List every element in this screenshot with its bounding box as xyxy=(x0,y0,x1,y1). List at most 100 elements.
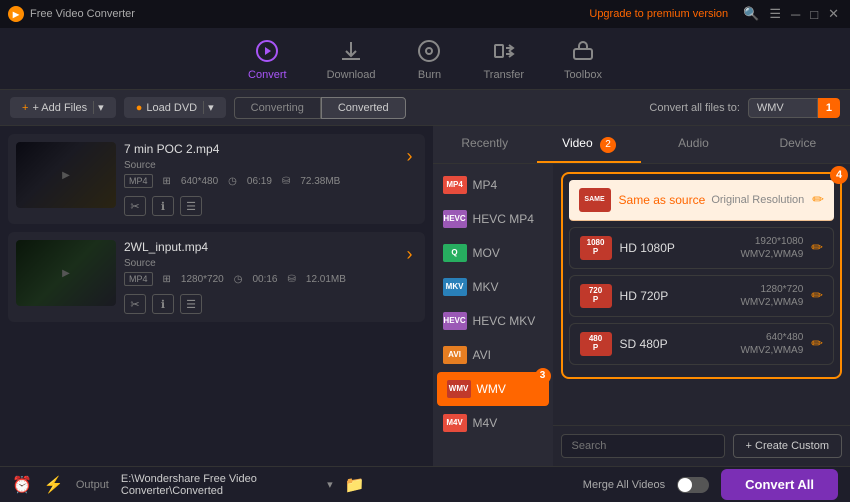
minimize-button[interactable]: ─ xyxy=(788,7,803,22)
format-avi[interactable]: AVI AVI xyxy=(433,338,553,372)
menu-icon[interactable]: ☰ xyxy=(766,6,784,22)
nav-download-label: Download xyxy=(327,69,376,81)
search-icon[interactable]: 🔍 xyxy=(740,6,762,22)
sd480-name: SD 480P xyxy=(620,337,668,351)
file-duration-1: 06:19 xyxy=(247,176,272,187)
info-button-2[interactable]: ℹ xyxy=(152,294,174,314)
cut-button-2[interactable]: ✂ xyxy=(124,294,146,314)
plus-icon: + xyxy=(22,102,28,114)
hd720-codec: WMV2,WMA9 xyxy=(740,297,803,308)
resolution-hd720[interactable]: 720P HD 720P 1280*720 WMV2,WMA9 ✏ xyxy=(569,275,834,317)
format-search-input[interactable] xyxy=(561,434,725,458)
titlebar-left: ▶ Free Video Converter xyxy=(8,6,135,22)
tab-converted[interactable]: Converted xyxy=(321,97,406,119)
format-mkv[interactable]: MKV MKV xyxy=(433,270,553,304)
format-select[interactable]: WMV xyxy=(748,98,818,118)
nav-transfer[interactable]: Transfer xyxy=(483,37,524,81)
tab-recently[interactable]: Recently xyxy=(433,126,537,163)
file-size-2: 12.01MB xyxy=(306,274,346,285)
resolution-sd480[interactable]: 480P SD 480P 640*480 WMV2,WMA9 ✏ xyxy=(569,323,834,365)
convert-icon xyxy=(253,37,281,65)
mkv-icon: MKV xyxy=(443,278,467,296)
format-tabs: Recently Video 2 Audio Device xyxy=(433,126,850,164)
merge-all-label: Merge All Videos xyxy=(583,479,665,491)
edit-hd720-icon[interactable]: ✏ xyxy=(811,287,823,304)
clock-icon[interactable]: ⏰ xyxy=(12,475,32,495)
nav-transfer-label: Transfer xyxy=(483,69,524,81)
edit-hd1080-icon[interactable]: ✏ xyxy=(811,239,823,256)
file-format-2: MP4 xyxy=(124,272,153,286)
file-meta-2: MP4 ⊞ 1280*720 ◷ 00:16 ⛁ 12.01MB xyxy=(124,272,395,286)
hevc-mp4-icon: HEVC xyxy=(443,210,467,228)
tab-audio[interactable]: Audio xyxy=(641,126,745,163)
format-hevc-mp4[interactable]: HEVC HEVC MP4 xyxy=(433,202,553,236)
resolution-icon-1: ⊞ xyxy=(163,176,171,187)
output-label: Output xyxy=(76,479,109,491)
tab-video-label: Video xyxy=(562,136,592,150)
nav-burn[interactable]: Burn xyxy=(415,37,443,81)
convert-all-button[interactable]: Convert All xyxy=(721,469,838,500)
size-icon-2: ⛁ xyxy=(288,274,296,285)
download-icon xyxy=(337,37,365,65)
hd720-name: HD 720P xyxy=(620,289,669,303)
hd1080-icon: 1080P xyxy=(580,236,612,260)
format-content: MP4 MP4 HEVC HEVC MP4 Q MOV MKV MKV HEVC xyxy=(433,164,850,467)
load-dvd-button[interactable]: ● Load DVD ▾ xyxy=(124,97,226,118)
format-wmv[interactable]: WMV WMV 3 xyxy=(437,372,549,406)
resolution-list: 4 SAME Same as source Original Resolutio… xyxy=(553,164,850,426)
tab-recently-label: Recently xyxy=(461,136,508,150)
sd480-icon: 480P xyxy=(580,332,612,356)
merge-toggle[interactable] xyxy=(677,477,709,493)
settings-button-1[interactable]: ☰ xyxy=(180,196,202,216)
format-hevc-mkv[interactable]: HEVC HEVC MKV xyxy=(433,304,553,338)
hd1080-left: 1080P HD 1080P xyxy=(580,236,675,260)
add-files-button[interactable]: + + Add Files ▾ xyxy=(10,97,116,118)
tab-converting[interactable]: Converting xyxy=(234,97,321,119)
nav-toolbox[interactable]: Toolbox xyxy=(564,37,602,81)
nav-convert[interactable]: Convert xyxy=(248,37,287,81)
tab-video[interactable]: Video 2 xyxy=(537,126,641,163)
file-item-1: ▶ 7 min POC 2.mp4 Source MP4 ⊞ 640*480 ◷… xyxy=(8,134,425,224)
nav-download[interactable]: Download xyxy=(327,37,376,81)
folder-icon[interactable]: 📁 xyxy=(345,475,365,495)
mp4-icon: MP4 xyxy=(443,176,467,194)
tab-audio-label: Audio xyxy=(678,136,709,150)
resolution-badge: 4 xyxy=(830,166,848,184)
close-button[interactable]: ✕ xyxy=(825,6,842,22)
resolution-hd1080[interactable]: 1080P HD 1080P 1920*1080 WMV2,WMA9 ✏ xyxy=(569,227,834,269)
info-button-1[interactable]: ℹ xyxy=(152,196,174,216)
maximize-button[interactable]: □ xyxy=(807,7,821,22)
edit-same-source-icon[interactable]: ✏ xyxy=(812,191,824,208)
create-custom-button[interactable]: + Create Custom xyxy=(733,434,842,458)
format-m4v[interactable]: M4V M4V xyxy=(433,406,553,440)
format-mp4[interactable]: MP4 MP4 xyxy=(433,168,553,202)
same-as-source-item[interactable]: SAME Same as source Original Resolution … xyxy=(569,180,834,221)
file-actions-2: ✂ ℹ ☰ xyxy=(124,294,395,314)
file-name-1: 7 min POC 2.mp4 xyxy=(124,142,395,156)
same-source-label: Same as source xyxy=(619,193,706,207)
output-dropdown-icon[interactable]: ▾ xyxy=(327,478,333,491)
file-item-2: ▶ 2WL_input.mp4 Source MP4 ⊞ 1280*720 ◷ … xyxy=(8,232,425,322)
hd1080-name: HD 1080P xyxy=(620,241,675,255)
convert-all-label: Convert all files to: xyxy=(649,102,739,114)
dvd-dropdown-icon[interactable]: ▾ xyxy=(203,101,214,114)
edit-sd480-icon[interactable]: ✏ xyxy=(811,335,823,352)
add-files-dropdown-icon[interactable]: ▾ xyxy=(93,101,104,114)
upgrade-link[interactable]: Upgrade to premium version xyxy=(589,8,728,20)
hevc-mkv-label: HEVC MKV xyxy=(473,314,536,328)
file-name-2: 2WL_input.mp4 xyxy=(124,240,395,254)
titlebar: ▶ Free Video Converter Upgrade to premiu… xyxy=(0,0,850,28)
bolt-icon[interactable]: ⚡ xyxy=(44,475,64,495)
hd720-icon: 720P xyxy=(580,284,612,308)
settings-button-2[interactable]: ☰ xyxy=(180,294,202,314)
bottombar: ⏰ ⚡ Output E:\Wondershare Free Video Con… xyxy=(0,466,850,502)
format-dropdown-button[interactable]: 1 xyxy=(818,98,840,118)
app-logo: ▶ xyxy=(8,6,24,22)
m4v-icon: M4V xyxy=(443,414,467,432)
file-actions-1: ✂ ℹ ☰ xyxy=(124,196,395,216)
tab-device[interactable]: Device xyxy=(746,126,850,163)
file-meta-1: MP4 ⊞ 640*480 ◷ 06:19 ⛁ 72.38MB xyxy=(124,174,395,188)
format-mov[interactable]: Q MOV xyxy=(433,236,553,270)
cut-button-1[interactable]: ✂ xyxy=(124,196,146,216)
hd1080-right: 1920*1080 WMV2,WMA9 ✏ xyxy=(740,236,823,260)
